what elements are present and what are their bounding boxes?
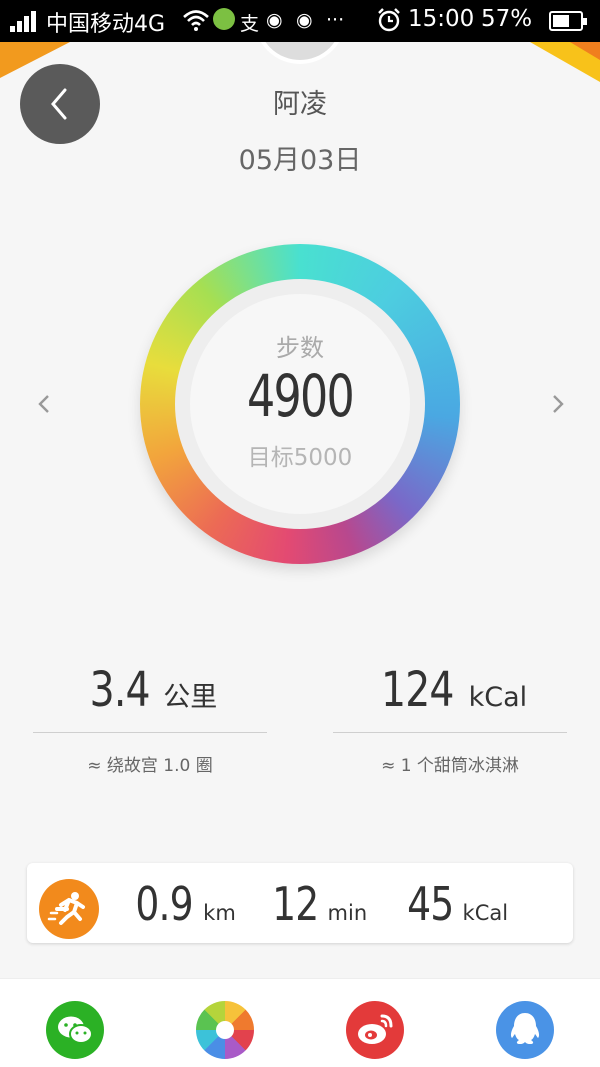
- app-notify-icon: [213, 8, 235, 30]
- share-bar: [0, 978, 600, 1067]
- avatar[interactable]: [254, 42, 346, 64]
- clock-time: 15:00: [408, 6, 475, 32]
- workout-calories-unit: kCal: [462, 901, 509, 925]
- calories-value: 124: [380, 662, 454, 718]
- workout-duration-unit: min: [327, 901, 368, 925]
- chevron-left-icon: [38, 395, 49, 413]
- step-progress-ring: 步数 4900 目标5000: [140, 244, 460, 564]
- weibo-icon: [358, 1014, 393, 1044]
- steps-goal: 目标5000: [247, 445, 353, 471]
- prev-day-button[interactable]: [33, 392, 57, 416]
- status-bar: 中国移动4G 支 ◉ ◉ ··· 15:00 57%: [0, 0, 600, 42]
- workout-distance: 0.9 km: [129, 877, 236, 931]
- workout-duration: 12 min: [267, 877, 367, 931]
- alarm-icon: [378, 8, 400, 32]
- steps-label: 步数: [276, 334, 324, 362]
- alipay-notify-icon: 支: [240, 13, 260, 35]
- workout-calories: 45 kCal: [402, 877, 508, 931]
- calories-stat: 124 kCal ≈ 1 个甜筒冰淇淋: [333, 662, 567, 776]
- battery-percent: 57%: [481, 6, 533, 32]
- weibo-notify-icon: ◉: [266, 9, 283, 31]
- workout-distance-unit: km: [203, 901, 236, 925]
- qq-icon: [510, 1013, 540, 1044]
- running-icon: [39, 879, 99, 939]
- signal-icon: [10, 10, 40, 32]
- chevron-right-icon: [553, 395, 564, 413]
- share-weibo-button[interactable]: [346, 1001, 404, 1059]
- share-moments-button[interactable]: [196, 1001, 254, 1059]
- workout-distance-value: 0.9: [135, 877, 193, 931]
- user-name: 阿凌: [273, 89, 327, 120]
- next-day-button[interactable]: [545, 392, 569, 416]
- share-wechat-button[interactable]: [46, 1001, 104, 1059]
- distance-unit: 公里: [163, 682, 218, 713]
- decor-corner-right-accent: [570, 42, 600, 60]
- wifi-icon: [183, 10, 209, 31]
- moments-icon: [216, 1021, 234, 1039]
- weibo-notify-icon-2: ◉: [296, 9, 313, 31]
- divider: [33, 732, 267, 733]
- wechat-icon: [58, 1016, 93, 1044]
- distance-stat: 3.4 公里 ≈ 绕故宫 1.0 圈: [33, 662, 267, 776]
- distance-value: 3.4: [89, 662, 150, 718]
- carrier-label: 中国移动4G: [46, 12, 166, 37]
- distance-comparison: ≈ 绕故宫 1.0 圈: [87, 756, 213, 776]
- share-qq-button[interactable]: [496, 1001, 554, 1059]
- step-detail-page: 阿凌 05月03日 步数 4900 目标5000 3.4 公里 ≈ 绕故宫 1.…: [0, 42, 600, 1067]
- divider: [333, 732, 567, 733]
- workout-record-card[interactable]: 0.9 km 12 min 45 kCal: [27, 863, 573, 943]
- battery-icon: [549, 11, 587, 31]
- workout-calories-value: 45: [407, 877, 454, 931]
- steps-count: 4900: [246, 362, 355, 430]
- workout-duration-value: 12: [272, 877, 319, 931]
- more-notify-icon: ···: [326, 9, 345, 31]
- calories-unit: kCal: [468, 682, 528, 713]
- record-date: 05月03日: [238, 145, 362, 176]
- calories-comparison: ≈ 1 个甜筒冰淇淋: [381, 756, 519, 776]
